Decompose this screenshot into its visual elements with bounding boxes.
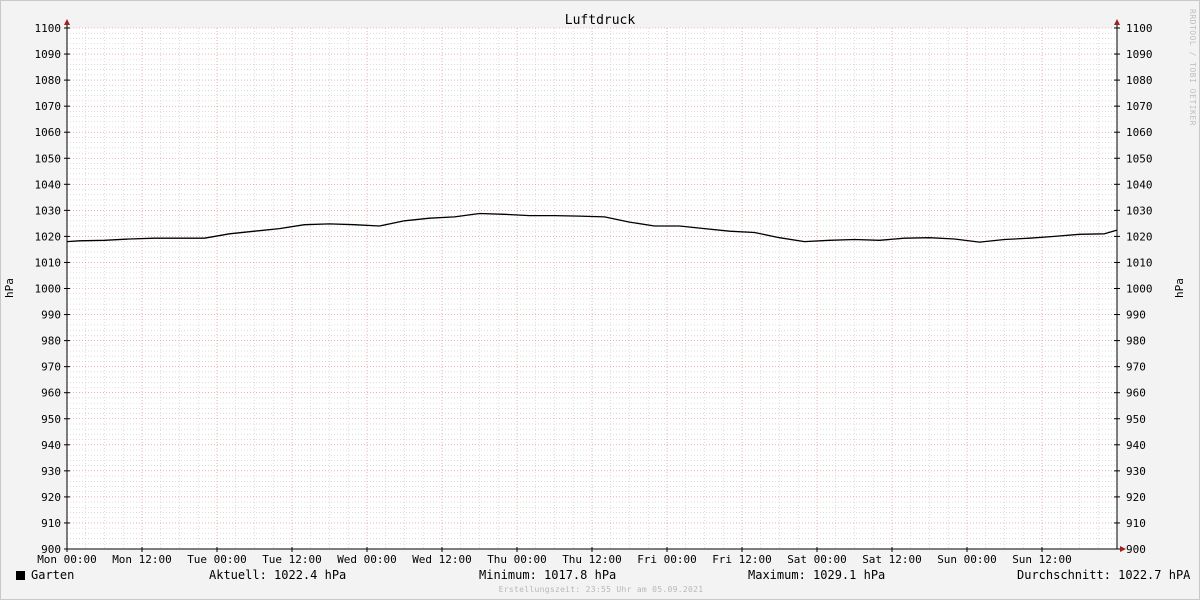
y-tick-label-left: 930 — [41, 465, 61, 478]
y-tick-label-left: 950 — [41, 413, 61, 426]
y-tick-label-left: 1000 — [35, 283, 62, 296]
legend-maximum: Maximum: 1029.1 hPa — [748, 568, 886, 582]
y-tick-label-right: 960 — [1126, 387, 1146, 400]
x-tick-label: Thu 12:00 — [562, 553, 622, 566]
x-tick-label: Tue 12:00 — [262, 553, 322, 566]
legend-minimum: Minimum: 1017.8 hPa — [479, 568, 617, 582]
y-tick-label-left: 990 — [41, 309, 61, 322]
y-tick-label-right: 910 — [1126, 517, 1146, 530]
x-tick-label: Sun 00:00 — [937, 553, 997, 566]
legend-color-swatch — [16, 571, 25, 580]
y-tick-label-right: 1040 — [1126, 178, 1153, 191]
y-tick-label-right: 1030 — [1126, 204, 1153, 217]
legend-current: Aktuell: 1022.4 hPa — [209, 568, 347, 582]
y-axis-label-right: hPa — [1173, 278, 1186, 298]
x-tick-label: Wed 12:00 — [412, 553, 472, 566]
y-tick-label-left: 910 — [41, 517, 61, 530]
chart-frame: Luftdruck hPa hPa 900 910 920 930 940 950 960 9… — [0, 0, 1200, 600]
legend-average: Durchschnitt: 1022.7 hPA — [1017, 568, 1191, 582]
y-tick-label-left: 940 — [41, 439, 61, 452]
x-tick-label: Thu 00:00 — [487, 553, 547, 566]
y-tick-label-right: 1060 — [1126, 126, 1153, 139]
y-tick-label-right: 1100 — [1126, 22, 1153, 35]
legend-series-name: Garten — [31, 568, 75, 582]
chart-title: Luftdruck — [565, 13, 636, 28]
y-tick-label-right: 940 — [1126, 439, 1146, 452]
x-tick-label: Mon 00:00 — [37, 553, 97, 566]
y-tick-label-left: 1030 — [35, 204, 62, 217]
y-tick-label-right: 1000 — [1126, 283, 1153, 296]
y-tick-label-right: 990 — [1126, 309, 1146, 322]
y-tick-label-right: 1020 — [1126, 230, 1153, 243]
y-axis-arrow-right — [1114, 19, 1120, 25]
x-tick-label: Wed 00:00 — [337, 553, 397, 566]
x-tick-label: Sun 12:00 — [1012, 553, 1072, 566]
x-tick-label: Sat 12:00 — [862, 553, 922, 566]
x-tick-label: Fri 12:00 — [712, 553, 772, 566]
y-tick-label-right: 1080 — [1126, 74, 1153, 87]
x-tick-labels: Mon 00:00 Mon 12:00 Tue 00:00 Tue 12:00 Wed … — [37, 553, 1072, 566]
y-tick-label-left: 960 — [41, 387, 61, 400]
y-tick-label-right: 1010 — [1126, 256, 1153, 269]
y-tick-label-right: 900 — [1126, 543, 1146, 556]
y-tick-label-left: 1090 — [35, 48, 62, 61]
y-tick-label-left: 1020 — [35, 230, 62, 243]
y-axis-arrow-left — [64, 19, 70, 25]
y-tick-label-right: 970 — [1126, 361, 1146, 374]
y-tick-label-right: 920 — [1126, 491, 1146, 504]
y-tick-label-right: 930 — [1126, 465, 1146, 478]
y-tick-label-right: 1090 — [1126, 48, 1153, 61]
y-tick-label-left: 1100 — [35, 22, 62, 35]
y-tick-label-left: 970 — [41, 361, 61, 374]
y-tick-label-right: 1070 — [1126, 100, 1153, 113]
y-tick-label-left: 1060 — [35, 126, 62, 139]
x-tick-label: Mon 12:00 — [112, 553, 172, 566]
x-tick-label: Tue 00:00 — [187, 553, 247, 566]
y-tick-label-right: 1050 — [1126, 152, 1153, 165]
creation-time-footer: Erstellungszeit: 23:55 Uhr am 05.09.2021 — [498, 585, 704, 594]
y-tick-label-right: 950 — [1126, 413, 1146, 426]
y-tick-label-left: 920 — [41, 491, 61, 504]
y-axis-label-left: hPa — [3, 278, 16, 298]
x-tick-label: Sat 00:00 — [787, 553, 847, 566]
x-tick-label: Fri 00:00 — [637, 553, 697, 566]
y-tick-label-left: 1070 — [35, 100, 62, 113]
y-tick-label-left: 1040 — [35, 178, 62, 191]
y-tick-label-left: 980 — [41, 335, 61, 348]
rrdtool-watermark: RRDTOOL / TOBI OETIKER — [1188, 9, 1197, 126]
y-tick-label-right: 980 — [1126, 335, 1146, 348]
y-tick-label-left: 1050 — [35, 152, 62, 165]
y-tick-labels-left: 9009109209309409509609709809901000101010… — [35, 22, 62, 556]
pressure-chart: Luftdruck hPa hPa 9009109209309409509609… — [3, 13, 1186, 566]
y-tick-label-left: 1010 — [35, 256, 62, 269]
y-tick-label-left: 1080 — [35, 74, 62, 87]
y-tick-labels-right: 900 910 920 930 940 950 960 970 980 990 1000 1010 10… — [1126, 22, 1153, 556]
